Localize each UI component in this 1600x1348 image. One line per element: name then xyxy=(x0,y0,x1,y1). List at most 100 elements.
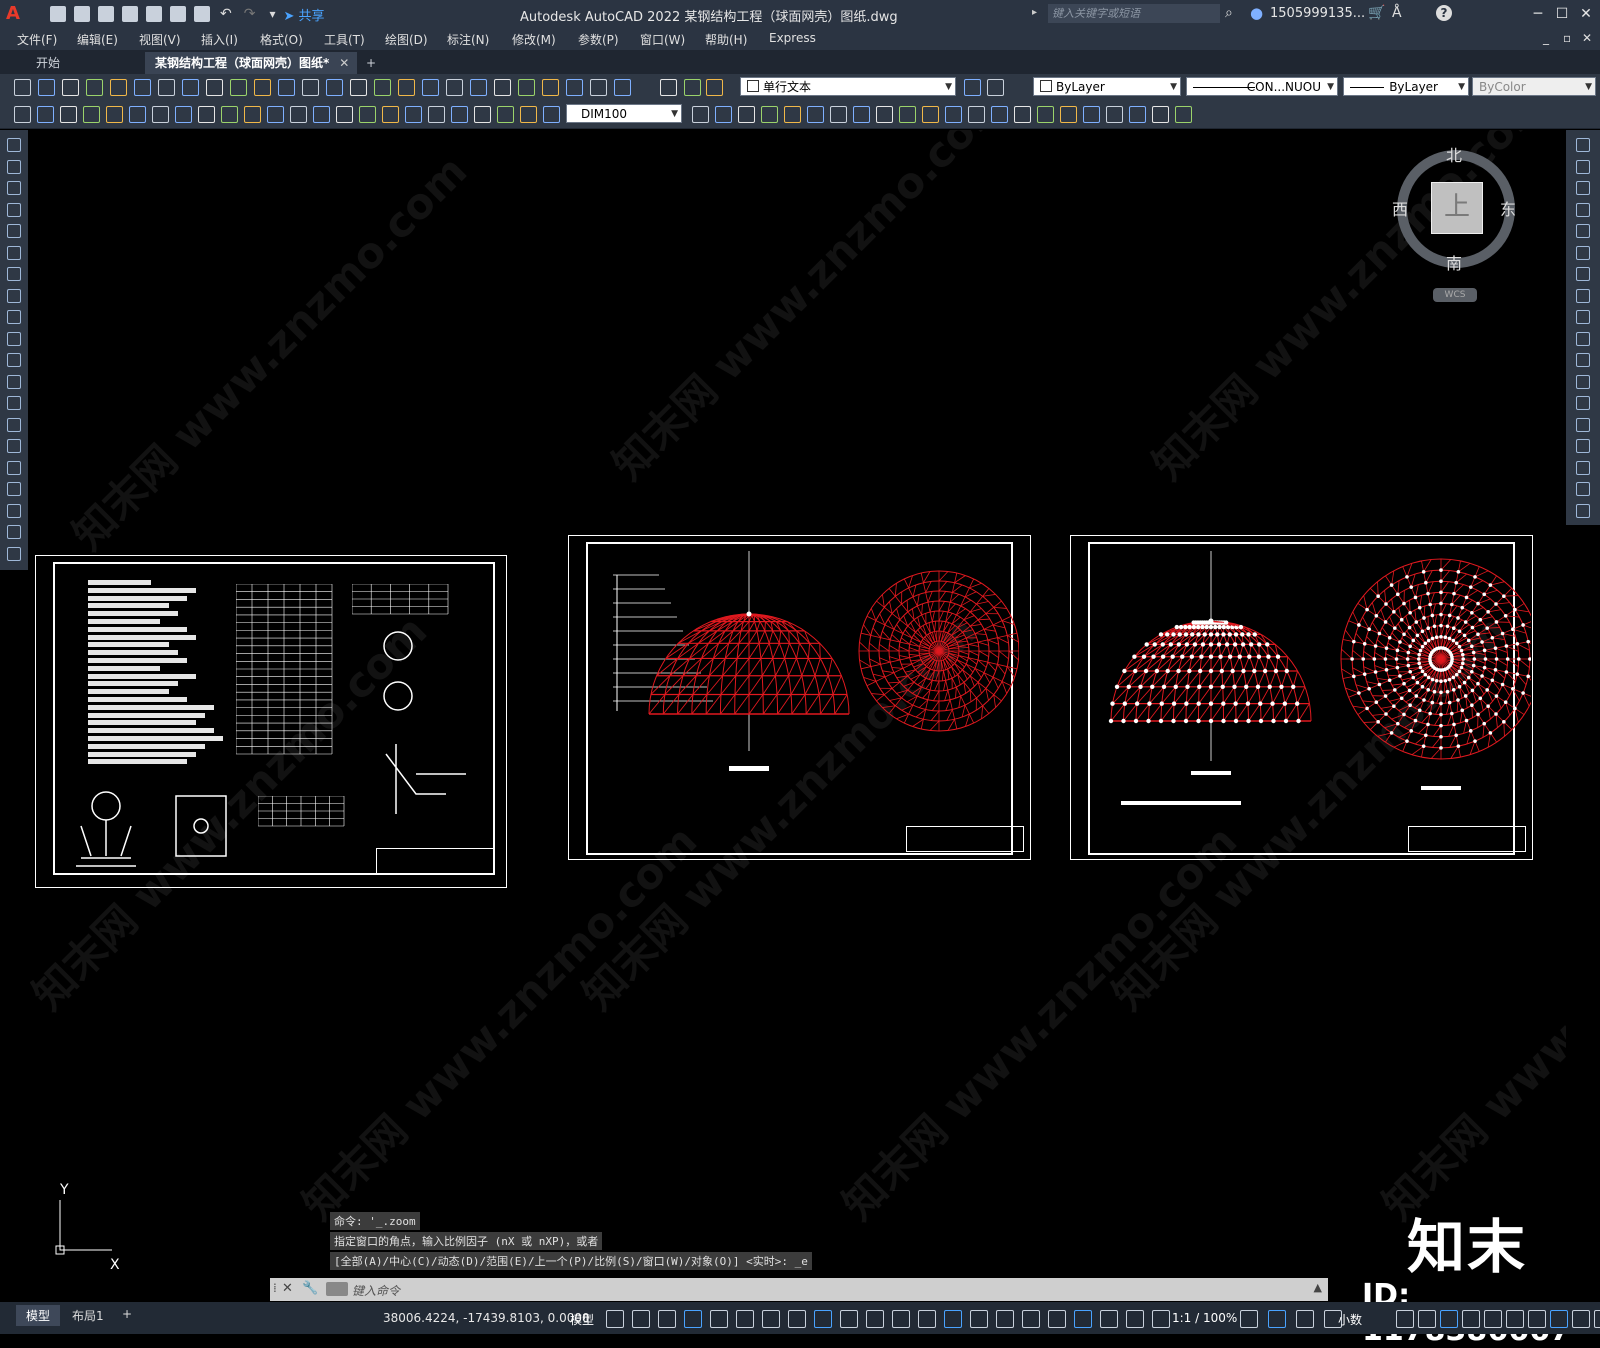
draw-tool-icon[interactable] xyxy=(7,289,21,303)
dimension-tool-icon[interactable] xyxy=(428,106,445,123)
status-toggle-icon[interactable] xyxy=(1152,1310,1170,1328)
tab-close-icon[interactable]: ✕ xyxy=(339,52,349,74)
draw-tool-icon[interactable] xyxy=(7,267,21,281)
wcs-menu[interactable]: WCS xyxy=(1433,288,1477,302)
status-toggle-icon[interactable] xyxy=(1506,1310,1524,1328)
units-selector[interactable]: 小数 xyxy=(1338,1311,1362,1328)
dimension-tool-icon[interactable] xyxy=(175,106,192,123)
minimize-button[interactable]: ─ xyxy=(1528,4,1548,24)
dimension-tool-icon[interactable] xyxy=(922,106,939,123)
search-input[interactable]: 键入关键字或短语 xyxy=(1048,4,1220,23)
status-toggle-icon[interactable] xyxy=(1048,1310,1066,1328)
standard-tool-icon[interactable] xyxy=(14,79,31,96)
modify-tool-icon[interactable] xyxy=(1576,246,1590,260)
viewcube-south[interactable]: 南 xyxy=(1446,250,1462,274)
dimension-tool-icon[interactable] xyxy=(784,106,801,123)
dimension-tool-icon[interactable] xyxy=(876,106,893,123)
menu-help[interactable]: 帮助(H) xyxy=(705,31,747,48)
dimension-tool-icon[interactable] xyxy=(543,106,560,123)
dimension-tool-icon[interactable] xyxy=(497,106,514,123)
draw-tool-icon[interactable] xyxy=(7,418,21,432)
status-toggle-icon[interactable] xyxy=(762,1310,780,1328)
new-file-icon[interactable] xyxy=(50,6,66,22)
dimension-tool-icon[interactable] xyxy=(1175,106,1192,123)
standard-tool-icon[interactable] xyxy=(110,79,127,96)
status-toggle-icon[interactable] xyxy=(1594,1310,1600,1328)
dimension-tool-icon[interactable] xyxy=(83,106,100,123)
open-file-icon[interactable] xyxy=(74,6,90,22)
dimension-tool-icon[interactable] xyxy=(1152,106,1169,123)
menu-close-icon[interactable]: ✕ xyxy=(1582,31,1592,45)
status-toggle-icon[interactable] xyxy=(1396,1310,1414,1328)
standard-tool-icon[interactable] xyxy=(422,79,439,96)
command-history-toggle-icon[interactable]: ▲ xyxy=(1314,1281,1322,1294)
tab-start[interactable]: 开始 xyxy=(26,52,70,74)
grip-icon[interactable]: ⁞ xyxy=(273,1281,277,1295)
dimension-tool-icon[interactable] xyxy=(1014,106,1031,123)
dimension-tool-icon[interactable] xyxy=(129,106,146,123)
draw-tool-icon[interactable] xyxy=(7,138,21,152)
dimension-tool-icon[interactable] xyxy=(968,106,985,123)
status-toggle-icon[interactable] xyxy=(1440,1310,1458,1328)
sheet-mesh-layout[interactable] xyxy=(568,535,1031,860)
color-combo[interactable]: ByLayer▼ xyxy=(1033,77,1181,96)
status-toggle-icon[interactable] xyxy=(606,1310,624,1328)
standard-tool-icon[interactable] xyxy=(350,79,367,96)
status-toggle-icon[interactable] xyxy=(1240,1310,1258,1328)
command-prompt-icon[interactable] xyxy=(326,1282,348,1296)
standard-tool-icon[interactable] xyxy=(182,79,199,96)
dimension-tool-icon[interactable] xyxy=(198,106,215,123)
dimension-tool-icon[interactable] xyxy=(991,106,1008,123)
sheet-node-layout[interactable] xyxy=(1070,535,1533,860)
standard-tool-icon[interactable] xyxy=(446,79,463,96)
status-toggle-icon[interactable] xyxy=(918,1310,936,1328)
standard-tool-icon[interactable] xyxy=(326,79,343,96)
draw-tool-icon[interactable] xyxy=(7,525,21,539)
text-style-combo[interactable]: 单行文本▼ xyxy=(740,77,956,96)
status-toggle-icon[interactable] xyxy=(1418,1310,1436,1328)
draw-tool-icon[interactable] xyxy=(7,482,21,496)
tab-layout1[interactable]: 布局1 xyxy=(62,1305,114,1326)
modify-tool-icon[interactable] xyxy=(1576,482,1590,496)
standard-tool-icon[interactable] xyxy=(398,79,415,96)
status-toggle-icon[interactable] xyxy=(866,1310,884,1328)
menu-parametric[interactable]: 参数(P) xyxy=(578,31,619,48)
modify-tool-icon[interactable] xyxy=(1576,224,1590,238)
draw-tool-icon[interactable] xyxy=(7,310,21,324)
user-name[interactable]: 1505999135... xyxy=(1270,6,1365,21)
dimension-tool-icon[interactable] xyxy=(14,106,31,123)
draw-tool-icon[interactable] xyxy=(7,461,21,475)
customize-dropdown-icon[interactable]: ▾ xyxy=(269,7,275,21)
dimension-tool-icon[interactable] xyxy=(359,106,376,123)
standard-tool-icon[interactable] xyxy=(302,79,319,96)
undo-icon[interactable]: ↶ xyxy=(220,6,232,22)
a360-icon[interactable]: Å xyxy=(1392,5,1402,21)
dimension-tool-icon[interactable] xyxy=(60,106,77,123)
standard-tool-icon[interactable] xyxy=(62,79,79,96)
draw-tool-icon[interactable] xyxy=(7,224,21,238)
viewcube-west[interactable]: 西 xyxy=(1392,196,1408,220)
status-toggle-icon[interactable] xyxy=(970,1310,988,1328)
dimension-tool-icon[interactable] xyxy=(221,106,238,123)
status-toggle-icon[interactable] xyxy=(1484,1310,1502,1328)
standard-tool-icon[interactable] xyxy=(470,79,487,96)
draw-tool-icon[interactable] xyxy=(7,160,21,174)
tab-model[interactable]: 模型 xyxy=(16,1305,60,1326)
tab-drawing[interactable]: 某钢结构工程（球面网壳）图纸* ✕ xyxy=(145,52,357,74)
dimension-tool-icon[interactable] xyxy=(692,106,709,123)
save-web-icon[interactable] xyxy=(170,6,186,22)
dimension-tool-icon[interactable] xyxy=(1129,106,1146,123)
standard-tool-icon[interactable] xyxy=(684,79,701,96)
dimension-tool-icon[interactable] xyxy=(451,106,468,123)
dimension-tool-icon[interactable] xyxy=(520,106,537,123)
command-input[interactable]: 键入命令 xyxy=(352,1282,400,1299)
standard-tool-icon[interactable] xyxy=(660,79,677,96)
status-toggle-icon[interactable] xyxy=(710,1310,728,1328)
standard-tool-icon[interactable] xyxy=(158,79,175,96)
standard-tool-icon[interactable] xyxy=(86,79,103,96)
modify-tool-icon[interactable] xyxy=(1576,160,1590,174)
drawing-canvas[interactable]: 知末网 www.znzmo.com 知末网 www.znzmo.com 知末网 … xyxy=(30,130,1566,1280)
sheet-design-notes[interactable] xyxy=(35,555,507,888)
modify-tool-icon[interactable] xyxy=(1576,461,1590,475)
status-toggle-icon[interactable] xyxy=(632,1310,650,1328)
